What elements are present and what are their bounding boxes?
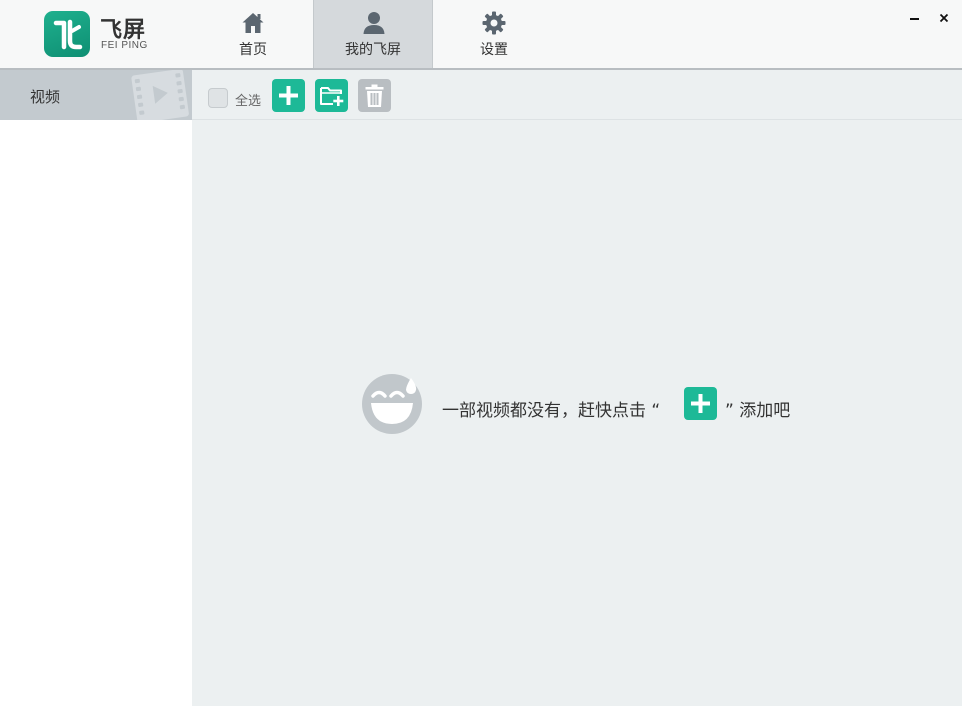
home-icon <box>241 11 265 35</box>
minimize-button[interactable] <box>906 10 922 26</box>
tab-settings[interactable]: 设置 <box>434 0 554 68</box>
tab-my-feiping-label: 我的飞屏 <box>345 42 401 58</box>
plus-icon <box>279 86 298 105</box>
main-content: 全选 一部视频都没有，赶快点击 “ ” 添加吧 <box>192 70 962 706</box>
toolbar: 全选 <box>192 70 962 120</box>
select-all-checkbox[interactable] <box>208 88 228 108</box>
gear-icon <box>482 11 506 35</box>
plus-icon <box>691 394 710 413</box>
add-video-button[interactable] <box>272 79 305 112</box>
empty-message-suffix: ” 添加吧 <box>725 401 791 421</box>
trash-icon <box>365 84 384 107</box>
delete-button[interactable] <box>358 79 391 112</box>
empty-message: 一部视频都没有，赶快点击 “ <box>442 401 661 421</box>
close-icon <box>939 13 949 23</box>
tab-home[interactable]: 首页 <box>193 0 313 68</box>
minimize-icon <box>910 18 919 20</box>
empty-state-add-button[interactable] <box>684 387 717 420</box>
sweat-smile-icon <box>362 374 424 440</box>
tab-home-label: 首页 <box>239 42 267 58</box>
title-bar: 飞屏 FEI PING 首页 我的飞屏 设置 <box>0 0 962 70</box>
folder-add-icon <box>320 87 344 106</box>
sidebar: 视频 <box>0 70 192 706</box>
sidebar-item-label: 视频 <box>30 88 61 106</box>
film-icon <box>128 70 192 120</box>
add-folder-button[interactable] <box>315 79 348 112</box>
user-icon <box>362 11 386 35</box>
tab-settings-label: 设置 <box>480 42 508 58</box>
brand-subtitle: FEI PING <box>101 40 148 51</box>
close-button[interactable] <box>936 10 952 26</box>
app-window: 飞屏 FEI PING 首页 我的飞屏 设置 视频 全选 一部视频都没有，赶快点… <box>0 0 962 706</box>
tab-my-feiping[interactable]: 我的飞屏 <box>313 0 433 68</box>
empty-state: 一部视频都没有，赶快点击 “ ” 添加吧 <box>362 374 842 438</box>
sidebar-item-video[interactable]: 视频 <box>0 70 192 120</box>
app-logo <box>44 11 90 57</box>
select-all-label: 全选 <box>235 94 262 109</box>
